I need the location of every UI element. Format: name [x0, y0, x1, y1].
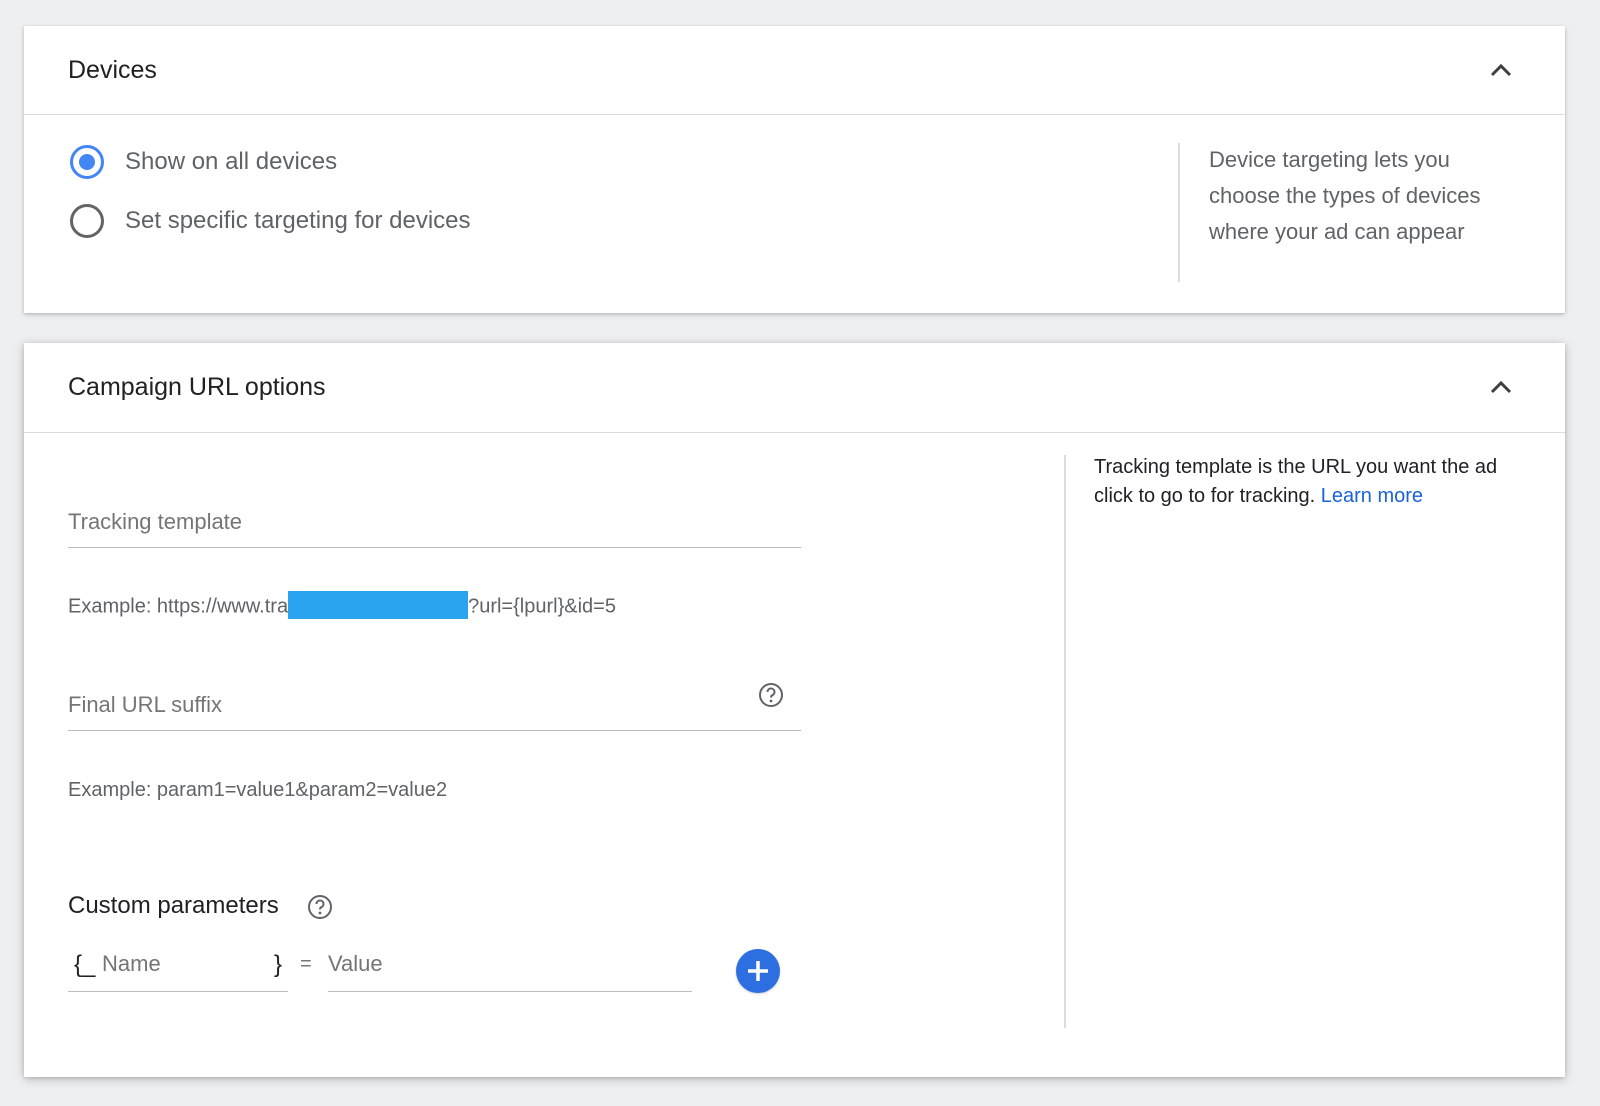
- radio-specific-targeting[interactable]: Set specific targeting for devices: [70, 201, 471, 241]
- radio-show-all-devices[interactable]: Show on all devices: [70, 142, 337, 182]
- param-name-input[interactable]: [102, 951, 262, 977]
- tracking-help-body: Tracking template is the URL you want th…: [1094, 456, 1498, 507]
- devices-header[interactable]: Devices: [24, 26, 1565, 115]
- devices-help-line-2: choose the types of devices: [1209, 183, 1481, 208]
- radio-label-specific-targeting: Set specific targeting for devices: [125, 207, 471, 234]
- open-brace: {_: [74, 951, 96, 978]
- plus-icon: [748, 961, 768, 981]
- tracking-example-suffix: ?url={lpurl}&id=5: [468, 595, 616, 618]
- devices-help-text: Device targeting lets you choose the typ…: [1209, 142, 1549, 250]
- chevron-up-icon: [1490, 63, 1512, 77]
- radio-label-all-devices: Show on all devices: [125, 148, 338, 175]
- param-value-input[interactable]: [328, 951, 668, 977]
- custom-parameters-label: Custom parameters: [68, 892, 279, 919]
- devices-side-divider: [1178, 143, 1180, 282]
- learn-more-link[interactable]: Learn more: [1321, 485, 1423, 507]
- campaign-url-side-divider: [1064, 455, 1066, 1028]
- radio-unselected-icon[interactable]: [70, 204, 104, 238]
- final-url-suffix-input[interactable]: [68, 692, 748, 718]
- tracking-template-input[interactable]: [68, 509, 748, 535]
- custom-parameters-help-icon[interactable]: [307, 894, 333, 920]
- campaign-url-collapse-button[interactable]: [1487, 373, 1515, 401]
- devices-card: Devices Show on all devices Set specific…: [24, 26, 1565, 313]
- devices-title: Devices: [68, 56, 157, 84]
- redaction-block: [288, 591, 469, 619]
- tracking-template-example: Example: https://www.tra ?url={lpurl}&id=…: [68, 591, 616, 619]
- radio-selected-icon[interactable]: [70, 145, 104, 179]
- tracking-help-text: Tracking template is the URL you want th…: [1094, 453, 1514, 511]
- add-parameter-button[interactable]: [736, 949, 780, 993]
- devices-help-line-1: Device targeting lets you: [1209, 147, 1450, 172]
- param-name-field[interactable]: {_ }: [68, 949, 288, 992]
- final-url-suffix-example: Example: param1=value1&param2=value2: [68, 779, 448, 801]
- chevron-up-icon: [1490, 380, 1512, 394]
- campaign-url-title: Campaign URL options: [68, 373, 326, 401]
- tracking-example-prefix: Example: https://www.tra: [68, 595, 289, 618]
- equals-sign: =: [300, 953, 312, 975]
- final-url-suffix-help-icon[interactable]: [758, 682, 784, 708]
- devices-help-line-3: where your ad can appear: [1209, 219, 1465, 244]
- campaign-url-card: Campaign URL options Example: https://ww…: [24, 343, 1565, 1077]
- campaign-url-header[interactable]: Campaign URL options: [24, 343, 1565, 433]
- tracking-template-field[interactable]: [68, 487, 801, 548]
- param-value-field[interactable]: [328, 949, 692, 992]
- devices-collapse-button[interactable]: [1487, 56, 1515, 84]
- close-brace: }: [273, 951, 282, 978]
- final-url-suffix-field[interactable]: [68, 670, 801, 731]
